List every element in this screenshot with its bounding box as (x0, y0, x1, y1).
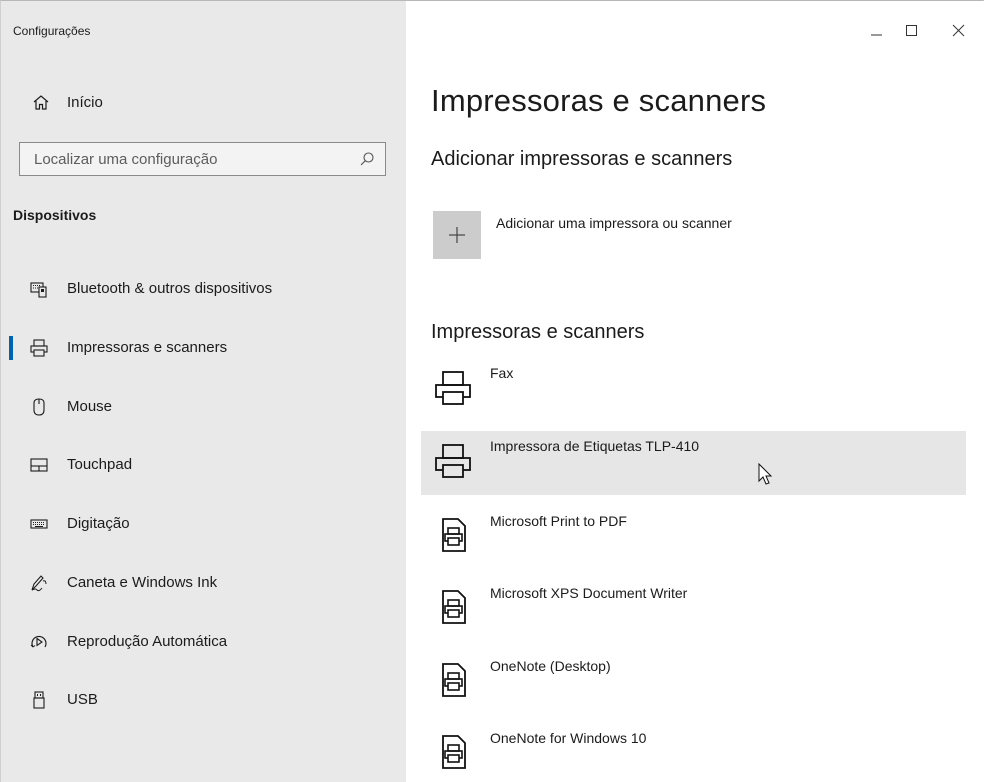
minimize-button[interactable] (856, 15, 896, 41)
sidebar-item-label: Bluetooth & outros dispositivos (67, 280, 273, 297)
close-button[interactable] (939, 15, 979, 41)
settings-window: Configurações Início Dispositivos Blueto… (0, 0, 984, 782)
autoplay-icon (29, 632, 49, 652)
printer-item-print-to-pdf[interactable]: Microsoft Print to PDF (421, 506, 966, 570)
app-title: Configurações (13, 24, 91, 38)
printer-icon (433, 366, 473, 406)
search-icon[interactable] (359, 151, 375, 167)
sidebar-item-label: Digitação (67, 515, 130, 532)
sidebar-item-label: Caneta e Windows Ink (67, 574, 218, 591)
keyboard-icon (29, 514, 49, 534)
nav-home[interactable]: Início (1, 85, 406, 121)
sidebar-item-usb[interactable]: USB (1, 676, 406, 724)
document-printer-icon (433, 659, 473, 699)
printer-item-onenote-desktop[interactable]: OneNote (Desktop) (421, 651, 966, 715)
sidebar-item-label: Impressoras e scanners (67, 339, 228, 356)
maximize-button[interactable] (892, 15, 932, 41)
printer-icon (433, 439, 473, 479)
printer-name: Microsoft XPS Document Writer (490, 585, 688, 601)
mouse-cursor-icon (758, 462, 774, 487)
add-printer-label[interactable]: Adicionar uma impressora ou scanner (496, 215, 732, 231)
printers-list-title: Impressoras e scanners (431, 321, 645, 343)
document-printer-icon (433, 586, 473, 626)
printer-item-xps-writer[interactable]: Microsoft XPS Document Writer (421, 578, 966, 642)
printer-name: Microsoft Print to PDF (490, 513, 627, 529)
printer-name: OneNote for Windows 10 (490, 730, 647, 746)
main-content: Impressoras e scanners Adicionar impress… (406, 1, 984, 782)
nav-home-label: Início (67, 94, 103, 111)
printer-name: OneNote (Desktop) (490, 658, 611, 674)
document-printer-icon (433, 731, 473, 771)
sidebar-item-label: Mouse (67, 398, 113, 415)
touchpad-icon (29, 455, 49, 475)
section-title: Dispositivos (13, 207, 97, 223)
mouse-icon (29, 397, 49, 417)
printer-item-fax[interactable]: Fax (421, 358, 966, 422)
sidebar-item-label: USB (67, 691, 98, 708)
sidebar: Configurações Início Dispositivos Blueto… (1, 1, 406, 782)
usb-icon (29, 690, 49, 710)
sidebar-item-label: Touchpad (67, 456, 133, 473)
pen-icon (29, 573, 49, 593)
printer-name: Fax (490, 365, 514, 381)
sidebar-item-touchpad[interactable]: Touchpad (1, 441, 406, 489)
document-printer-icon (433, 514, 473, 554)
sidebar-item-mouse[interactable]: Mouse (1, 383, 406, 431)
sidebar-item-label: Reprodução Automática (67, 633, 228, 650)
plus-icon (449, 227, 465, 243)
add-section-title: Adicionar impressoras e scanners (431, 148, 733, 170)
search-box (19, 142, 386, 176)
add-printer-button[interactable] (433, 211, 481, 259)
sidebar-item-autoplay[interactable]: Reprodução Automática (1, 618, 406, 666)
printer-icon (29, 338, 49, 358)
page-title: Impressoras e scanners (431, 83, 767, 118)
sidebar-item-printers[interactable]: Impressoras e scanners (1, 324, 406, 372)
sidebar-item-typing[interactable]: Digitação (1, 500, 406, 548)
sidebar-item-bluetooth[interactable]: Bluetooth & outros dispositivos (1, 265, 406, 313)
printer-name: Impressora de Etiquetas TLP-410 (490, 438, 700, 454)
search-input[interactable] (20, 143, 350, 175)
printer-item-onenote-win10[interactable]: OneNote for Windows 10 (421, 723, 966, 782)
sidebar-item-pen[interactable]: Caneta e Windows Ink (1, 559, 406, 607)
home-icon (31, 93, 51, 113)
bluetooth-devices-icon (29, 279, 49, 299)
printer-item-label-printer[interactable]: Impressora de Etiquetas TLP-410 (421, 431, 966, 495)
